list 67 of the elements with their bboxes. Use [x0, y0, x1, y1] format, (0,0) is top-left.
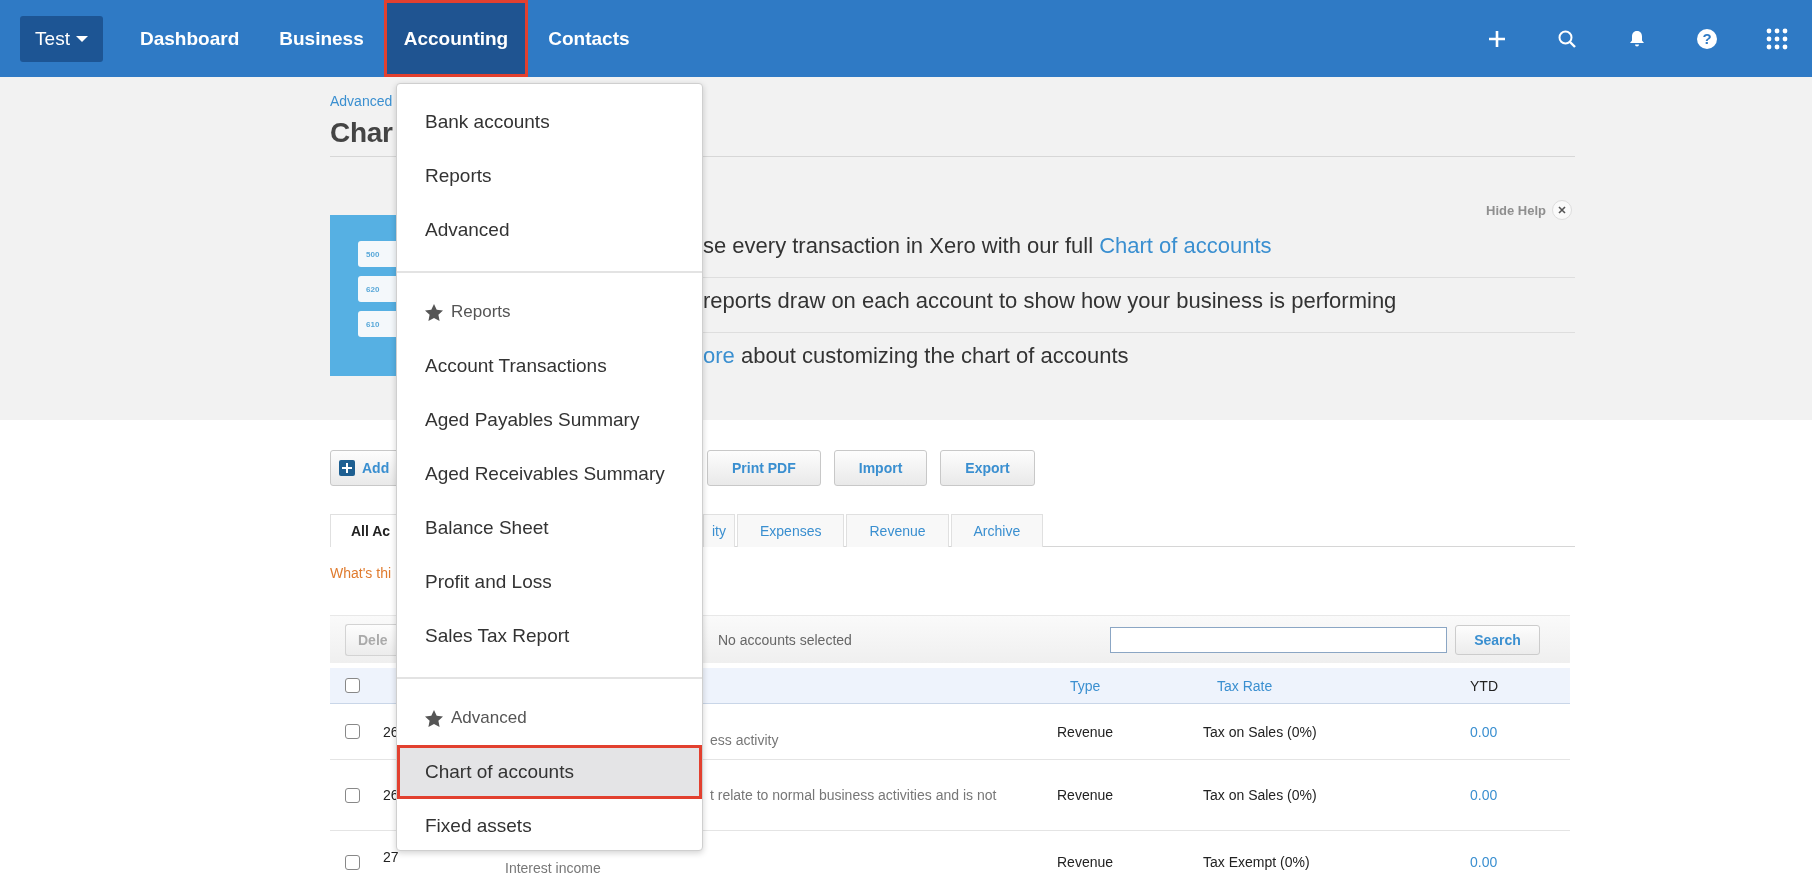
table-cell: Revenue: [1057, 854, 1114, 870]
menu-item[interactable]: Balance Sheet: [397, 501, 702, 555]
menu-section-heading: Advanced: [451, 708, 527, 728]
menu-section-heading: Reports: [451, 302, 511, 322]
help-icon[interactable]: ?: [1697, 28, 1717, 49]
tab[interactable]: ity: [703, 514, 735, 547]
nav-tab[interactable]: Dashboard: [120, 0, 260, 77]
add-icon: [1488, 29, 1506, 48]
tab[interactable]: All Ac: [330, 514, 396, 547]
menu-item[interactable]: Profit and Loss: [397, 555, 702, 609]
menu-item[interactable]: Fixed assets: [397, 799, 702, 853]
menu-item[interactable]: Chart of accounts: [397, 745, 702, 799]
menu-item[interactable]: Account Transactions: [397, 339, 702, 393]
action-button[interactable]: Print PDF: [707, 450, 821, 486]
table-cell: Tax Exempt (0%): [1203, 854, 1310, 870]
help-link[interactable]: Chart of accounts: [1099, 233, 1272, 258]
close-icon[interactable]: [1552, 200, 1572, 220]
delete-button[interactable]: Dele: [345, 623, 396, 656]
table-cell: ess activity: [710, 731, 779, 748]
help-link[interactable]: ore: [703, 343, 735, 368]
table-cell: Revenue: [1057, 723, 1114, 740]
star-icon: [425, 303, 443, 321]
tab[interactable]: Revenue: [846, 514, 949, 547]
checkbox[interactable]: [345, 787, 360, 803]
breadcrumb-link[interactable]: Advanced: [330, 93, 393, 111]
help-text: ore about customizing the chart of accounts: [703, 342, 1130, 370]
table-cell: Interest income: [505, 860, 601, 876]
table-cell: Tax on Sales (0%): [1203, 787, 1317, 803]
menu-item[interactable]: Sales Tax Report: [397, 609, 702, 663]
nav-tab[interactable]: Business: [259, 0, 384, 77]
column-header[interactable]: Tax Rate: [1217, 677, 1273, 694]
search-field[interactable]: [1110, 626, 1447, 653]
apps-grid-icon: [1766, 27, 1788, 50]
caret-icon: [75, 35, 88, 42]
picture: 500 620 610: [330, 215, 396, 376]
menu-item[interactable]: Aged Payables Summary: [397, 393, 702, 447]
tab[interactable]: Expenses: [737, 514, 845, 547]
column-header[interactable]: Type: [1070, 677, 1101, 694]
hide-help-link[interactable]: Hide Help: [1486, 202, 1546, 218]
amount-link[interactable]: 0.00: [1470, 787, 1498, 803]
table-cell: 27: [383, 849, 399, 865]
search-icon: [1558, 29, 1576, 48]
amount-link[interactable]: 0.00: [1470, 854, 1498, 870]
nav-tab[interactable]: Contacts: [528, 0, 650, 77]
search-button[interactable]: Search: [1455, 624, 1540, 655]
column-header: YTD: [1470, 677, 1498, 694]
checkbox[interactable]: [345, 724, 360, 739]
checkbox[interactable]: [345, 854, 360, 870]
table-cell: Tax on Sales (0%): [1203, 723, 1317, 740]
action-button[interactable]: Import: [833, 450, 928, 486]
table-cell: t relate to normal business activities and is not: [710, 787, 997, 803]
tab[interactable]: Archive: [950, 514, 1044, 547]
action-button[interactable]: Export: [940, 450, 1035, 486]
selection-status: No accounts selected: [718, 631, 852, 648]
menu-item[interactable]: Advanced: [397, 203, 702, 257]
menu-item[interactable]: Aged Receivables Summary: [397, 447, 702, 501]
help-text: se every transaction in Xero with our full Chart of accounts: [703, 223, 1575, 278]
organisation-button[interactable]: Test: [20, 15, 103, 62]
star-icon: [425, 709, 443, 727]
plus-icon: [339, 460, 355, 476]
table-cell: Revenue: [1057, 787, 1114, 803]
checkbox[interactable]: [345, 678, 360, 693]
help-text: reports draw on each account to show how your business is performing: [703, 278, 1575, 333]
nav-tab[interactable]: Accounting: [383, 0, 529, 77]
help-link[interactable]: What's thi: [330, 565, 392, 581]
bell-icon: [1629, 30, 1645, 47]
amount-link[interactable]: 0.00: [1470, 723, 1498, 740]
